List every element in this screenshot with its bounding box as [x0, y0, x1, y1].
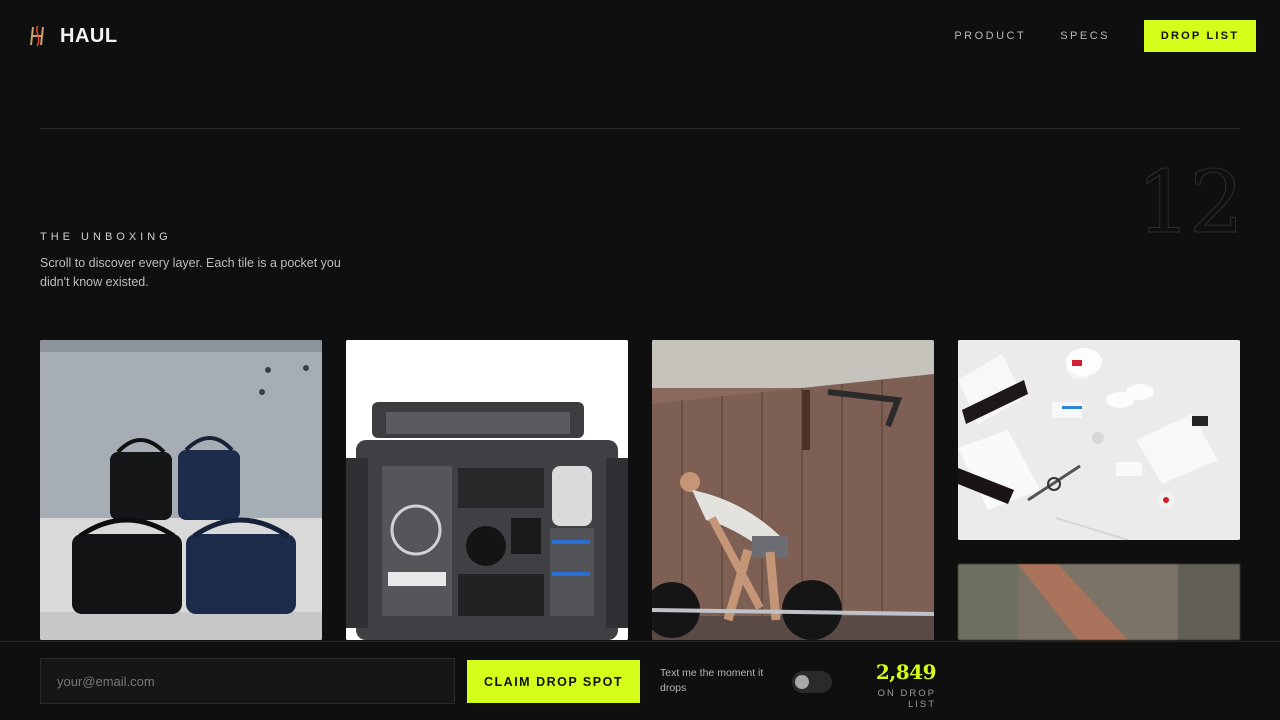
- section-title: THE UNBOXING: [40, 231, 172, 243]
- nav-link-product[interactable]: PRODUCT: [954, 30, 1026, 42]
- section-number: 12: [1136, 153, 1244, 253]
- gallery-tile-camera-bag[interactable]: [346, 340, 628, 640]
- deadlift-athlete-photo: [652, 340, 934, 640]
- blurred-leather-strap-photo: [958, 564, 1240, 640]
- claim-drop-spot-button[interactable]: CLAIM DROP SPOT: [467, 660, 640, 703]
- main-nav: PRODUCT SPECS DROP LIST: [954, 20, 1256, 52]
- duffel-bags-photo: [40, 340, 322, 640]
- gallery-tile-leather[interactable]: [958, 564, 1240, 640]
- top-navigation: HAUL PRODUCT SPECS DROP LIST: [0, 0, 1280, 72]
- sms-toggle-label: Text me the moment it drops: [660, 667, 764, 694]
- gallery-tile-flatlay[interactable]: [958, 340, 1240, 540]
- gallery-tile-bags[interactable]: [40, 340, 322, 640]
- flatlay-gear-photo: [958, 340, 1240, 540]
- brand-logo[interactable]: HAUL: [28, 25, 118, 48]
- drop-list-count-label: ON DROP LIST: [877, 688, 936, 710]
- toggle-knob: [795, 675, 809, 689]
- gallery-tile-athlete[interactable]: [652, 340, 934, 640]
- brand-name: HAUL: [60, 24, 118, 47]
- section-description: Scroll to discover every layer. Each til…: [40, 256, 341, 289]
- email-input[interactable]: [40, 658, 455, 704]
- section-divider: [40, 128, 1240, 129]
- open-camera-bag-photo: [346, 340, 628, 640]
- drop-list-button[interactable]: DROP LIST: [1144, 20, 1256, 52]
- sms-toggle[interactable]: [792, 671, 832, 693]
- monogram-logo-icon: [30, 25, 44, 47]
- drop-list-count: 2,849: [875, 660, 937, 684]
- nav-link-specs[interactable]: SPECS: [1060, 30, 1110, 42]
- drop-signup-bar: CLAIM DROP SPOT Text me the moment it dr…: [0, 641, 1280, 720]
